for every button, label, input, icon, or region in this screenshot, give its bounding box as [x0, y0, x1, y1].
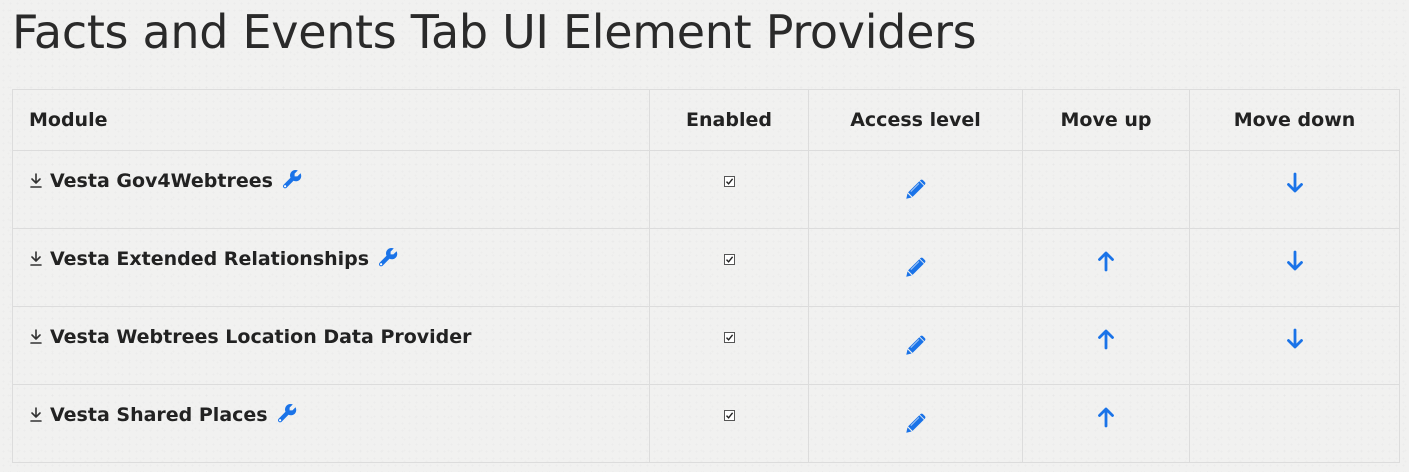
table-row: Vesta Shared Places [12, 384, 1400, 463]
column-header-module: Module [12, 89, 650, 151]
access-level-cell [808, 306, 1023, 385]
table-row: Vesta Webtrees Location Data Provider [12, 306, 1400, 385]
arrow-down-icon[interactable] [1286, 172, 1304, 194]
column-header-move-down: Move down [1189, 89, 1400, 151]
arrow-up-icon[interactable] [1097, 328, 1115, 350]
module-name: Vesta Extended Relationships [50, 248, 370, 270]
pencil-icon[interactable] [905, 257, 926, 278]
move-down-cell [1189, 384, 1400, 463]
enabled-cell [649, 228, 809, 307]
module-name: Vesta Gov4Webtrees [50, 170, 273, 192]
module-cell: Vesta Webtrees Location Data Provider [12, 306, 650, 385]
arrow-down-icon[interactable] [1286, 328, 1304, 350]
move-down-cell [1189, 228, 1400, 307]
page-title: Facts and Events Tab UI Element Provider… [12, 5, 977, 59]
move-up-cell [1022, 306, 1190, 385]
enabled-checkbox[interactable] [723, 176, 735, 187]
drag-handle-icon[interactable] [29, 407, 43, 423]
arrow-up-icon[interactable] [1097, 406, 1115, 428]
drag-handle-icon[interactable] [29, 173, 43, 189]
table-row: Vesta Extended Relationships [12, 228, 1400, 307]
module-cell: Vesta Extended Relationships [12, 228, 650, 307]
module-cell: Vesta Shared Places [12, 384, 650, 463]
arrow-down-icon[interactable] [1286, 250, 1304, 272]
pencil-icon[interactable] [905, 413, 926, 434]
pencil-icon[interactable] [905, 179, 926, 200]
move-up-cell [1022, 384, 1190, 463]
module-name: Vesta Shared Places [50, 404, 268, 426]
table-row: Vesta Gov4Webtrees [12, 150, 1400, 229]
module-name: Vesta Webtrees Location Data Provider [50, 326, 472, 348]
move-up-cell [1022, 228, 1190, 307]
drag-handle-icon[interactable] [29, 329, 43, 345]
table-body: Vesta Gov4Webtrees Vesta Extended Relatio… [12, 150, 1400, 463]
column-header-enabled: Enabled [649, 89, 809, 151]
enabled-cell [649, 150, 809, 229]
wrench-icon[interactable] [377, 246, 399, 268]
enabled-checkbox[interactable] [723, 332, 735, 343]
arrow-up-icon[interactable] [1097, 250, 1115, 272]
drag-handle-icon[interactable] [29, 251, 43, 267]
move-up-cell [1022, 150, 1190, 229]
wrench-icon[interactable] [276, 402, 298, 424]
access-level-cell [808, 228, 1023, 307]
wrench-icon[interactable] [281, 168, 303, 190]
move-down-cell [1189, 306, 1400, 385]
column-header-move-up: Move up [1022, 89, 1190, 151]
enabled-cell [649, 384, 809, 463]
table-header-row: Module Enabled Access level Move up Move… [12, 89, 1400, 151]
enabled-checkbox[interactable] [723, 254, 735, 265]
enabled-checkbox[interactable] [723, 410, 735, 421]
pencil-icon[interactable] [905, 335, 926, 356]
access-level-cell [808, 384, 1023, 463]
enabled-cell [649, 306, 809, 385]
move-down-cell [1189, 150, 1400, 229]
column-header-access-level: Access level [808, 89, 1023, 151]
module-cell: Vesta Gov4Webtrees [12, 150, 650, 229]
providers-table: Module Enabled Access level Move up Move… [12, 89, 1400, 463]
access-level-cell [808, 150, 1023, 229]
